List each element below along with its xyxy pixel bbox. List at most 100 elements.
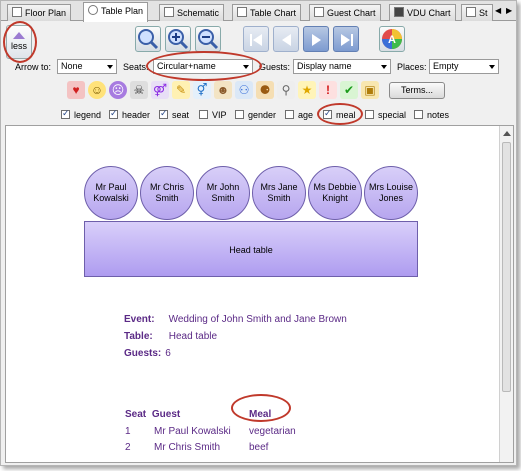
group-icon[interactable]: ⚇ (235, 81, 253, 99)
header-checkbox[interactable]: header (109, 108, 150, 120)
tab-vdu-chart[interactable]: VDU Chart (389, 4, 456, 21)
exclamation-icon[interactable]: ! (319, 81, 337, 99)
seats-label: Seats: (123, 62, 149, 72)
previous-icon (282, 34, 291, 46)
guests-row: Guests: 6 (124, 348, 171, 359)
chevron-down-icon (381, 65, 387, 69)
first-page-button[interactable] (243, 26, 269, 52)
chevron-down-icon (243, 65, 249, 69)
list-item: 1 (125, 426, 131, 437)
checkbox-box[interactable] (159, 108, 168, 119)
tab-schematic[interactable]: Schematic (159, 4, 225, 21)
last-page-button[interactable] (333, 26, 359, 52)
scrollbar-thumb[interactable] (502, 142, 511, 392)
checkbox-box[interactable] (61, 108, 70, 119)
meal-checkbox[interactable]: meal (323, 108, 356, 120)
head-table[interactable]: Head table (84, 221, 418, 277)
checkbox-box[interactable] (109, 108, 118, 119)
table-chart-icon (237, 7, 247, 17)
svg-text:A: A (388, 34, 396, 46)
statistics-icon (466, 7, 476, 17)
table-plan-icon (88, 5, 98, 15)
last-icon (341, 34, 353, 46)
sad-face-icon[interactable]: ☹ (109, 81, 127, 99)
seats-select[interactable]: Circular+name (153, 59, 253, 74)
zoom-in-button[interactable] (165, 26, 191, 52)
meal-column-header: Meal (249, 409, 272, 420)
list-item-meal: beef (249, 442, 269, 453)
terms-button[interactable]: Terms... (389, 82, 445, 99)
age-checkbox[interactable]: age (285, 110, 313, 120)
gender-checkbox[interactable]: gender (235, 110, 276, 120)
tab-floor-plan[interactable]: Floor Plan (7, 4, 72, 21)
checkmark-icon[interactable]: ✔ (340, 81, 358, 99)
vertical-scrollbar[interactable] (499, 126, 513, 462)
checkbox-box[interactable] (199, 110, 208, 119)
person-icon[interactable]: ☻ (214, 81, 232, 99)
checkbox-box[interactable] (323, 108, 332, 119)
scroll-up-icon[interactable] (503, 131, 511, 136)
seat-6[interactable]: Mrs Louise Jones (364, 166, 418, 220)
list-item-guest: Mr Paul Kowalski (154, 426, 231, 437)
next-page-button[interactable] (303, 26, 329, 52)
vdu-chart-icon (394, 7, 404, 17)
floor-plan-icon (12, 7, 22, 17)
less-button[interactable]: less (6, 25, 32, 59)
heart-icon[interactable]: ♥ (67, 81, 85, 99)
smiley-icon[interactable]: ☺ (88, 81, 106, 99)
zoom-out-icon (198, 29, 219, 50)
checkbox-box[interactable] (414, 110, 423, 119)
tab-table-chart[interactable]: Table Chart (232, 4, 302, 21)
zoom-fit-button[interactable] (135, 26, 161, 52)
cutlery-icon[interactable]: ⚲ (277, 81, 295, 99)
tab-bar: Floor Plan Table Plan Schematic Table Ch… (1, 1, 516, 22)
zoom-in-icon (168, 29, 189, 50)
table-row: Table: Head table (124, 331, 218, 342)
seat-1[interactable]: Mr Paul Kowalski (84, 166, 138, 220)
vip-checkbox[interactable]: VIP (199, 110, 227, 120)
tab-statistics[interactable]: St (461, 4, 493, 21)
zoom-out-button[interactable] (195, 26, 221, 52)
checkbox-box[interactable] (365, 110, 374, 119)
couple-icon[interactable]: ⚤ (151, 81, 169, 99)
schematic-icon (164, 7, 174, 17)
first-icon (250, 34, 262, 46)
tab-scroll-right-icon[interactable]: ▶ (506, 6, 512, 15)
special-checkbox[interactable]: special (365, 110, 406, 120)
seat-2[interactable]: Mr Chris Smith (140, 166, 194, 220)
next-icon (312, 34, 321, 46)
colour-palette-button[interactable]: A (379, 26, 405, 52)
checkbox-box[interactable] (285, 110, 294, 119)
guest-chart-icon (314, 7, 324, 17)
tab-guest-chart[interactable]: Guest Chart (309, 4, 381, 21)
list-item-meal: vegetarian (249, 426, 296, 437)
list-item: 2 (125, 442, 131, 453)
arrow-to-select[interactable]: None (57, 59, 117, 74)
colour-palette-icon: A (382, 29, 402, 49)
seat-4[interactable]: Mrs Jane Smith (252, 166, 306, 220)
seat-checkbox[interactable]: seat (159, 108, 189, 120)
seat-5[interactable]: Ms Debbie Knight (308, 166, 362, 220)
star-icon[interactable]: ★ (298, 81, 316, 99)
tab-scroll-left-icon[interactable]: ◀ (495, 6, 501, 15)
collapse-triangle-icon (13, 32, 25, 39)
male-female-icon[interactable]: ⚥ (193, 81, 211, 99)
family-icon[interactable]: ⚈ (256, 81, 274, 99)
places-select[interactable]: Empty (429, 59, 499, 74)
tab-table-plan[interactable]: Table Plan (83, 2, 149, 22)
guests-select[interactable]: Display name (293, 59, 391, 74)
arrow-to-label: Arrow to: (15, 62, 52, 72)
checkbox-box[interactable] (235, 110, 244, 119)
places-label: Places: (397, 62, 427, 72)
legend-checkbox[interactable]: legend (61, 108, 101, 120)
previous-page-button[interactable] (273, 26, 299, 52)
chevron-down-icon (107, 65, 113, 69)
list-item-guest: Mr Chris Smith (154, 442, 221, 453)
seat-3[interactable]: Mr John Smith (196, 166, 250, 220)
notes-checkbox[interactable]: notes (414, 110, 449, 120)
table-plan-view[interactable]: Mr Paul Kowalski Mr Chris Smith Mr John Smi… (5, 125, 514, 463)
skull-icon[interactable]: ☠ (130, 81, 148, 99)
lock-icon[interactable]: ▣ (361, 81, 379, 99)
pencil-icon[interactable]: ✎ (172, 81, 190, 99)
event-row: Event: Wedding of John Smith and Jane Bro… (124, 314, 347, 325)
